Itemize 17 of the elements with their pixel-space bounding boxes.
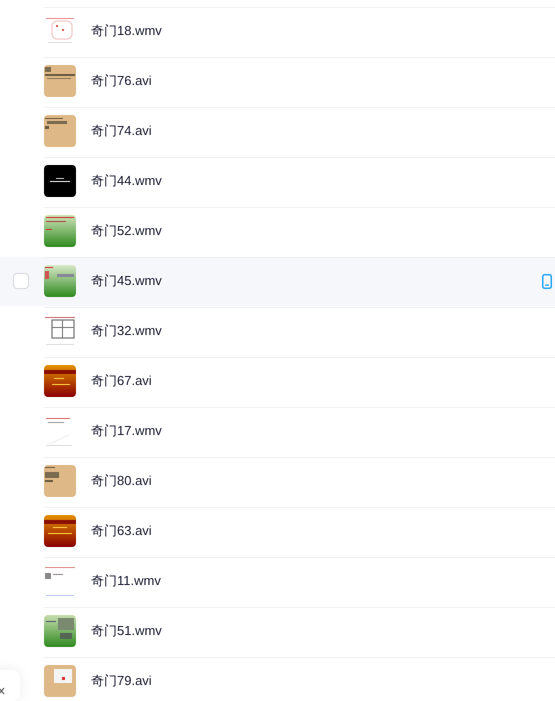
file-name[interactable]: 奇门63.avi	[91, 522, 152, 540]
file-name[interactable]: 奇门32.wmv	[91, 322, 162, 340]
checkbox[interactable]	[13, 273, 29, 289]
phone-icon[interactable]	[542, 274, 552, 288]
close-icon[interactable]	[0, 687, 5, 695]
file-name[interactable]: 奇门80.avi	[91, 472, 152, 490]
file-name[interactable]: 奇门79.avi	[91, 672, 152, 690]
file-name[interactable]: 奇门74.avi	[91, 122, 152, 140]
file-name[interactable]: 奇门18.wmv	[91, 22, 162, 40]
file-name[interactable]: 奇门44.wmv	[91, 172, 162, 190]
file-name[interactable]: 奇门67.avi	[91, 372, 152, 390]
file-name[interactable]: 奇门11.wmv	[91, 572, 161, 590]
file-name[interactable]: 奇门45.wmv	[91, 272, 162, 290]
file-name[interactable]: 奇门52.wmv	[91, 222, 162, 240]
file-name[interactable]: 奇门51.wmv	[91, 622, 162, 640]
file-name[interactable]: 奇门17.wmv	[91, 422, 162, 440]
file-name[interactable]: 奇门76.avi	[91, 72, 152, 90]
